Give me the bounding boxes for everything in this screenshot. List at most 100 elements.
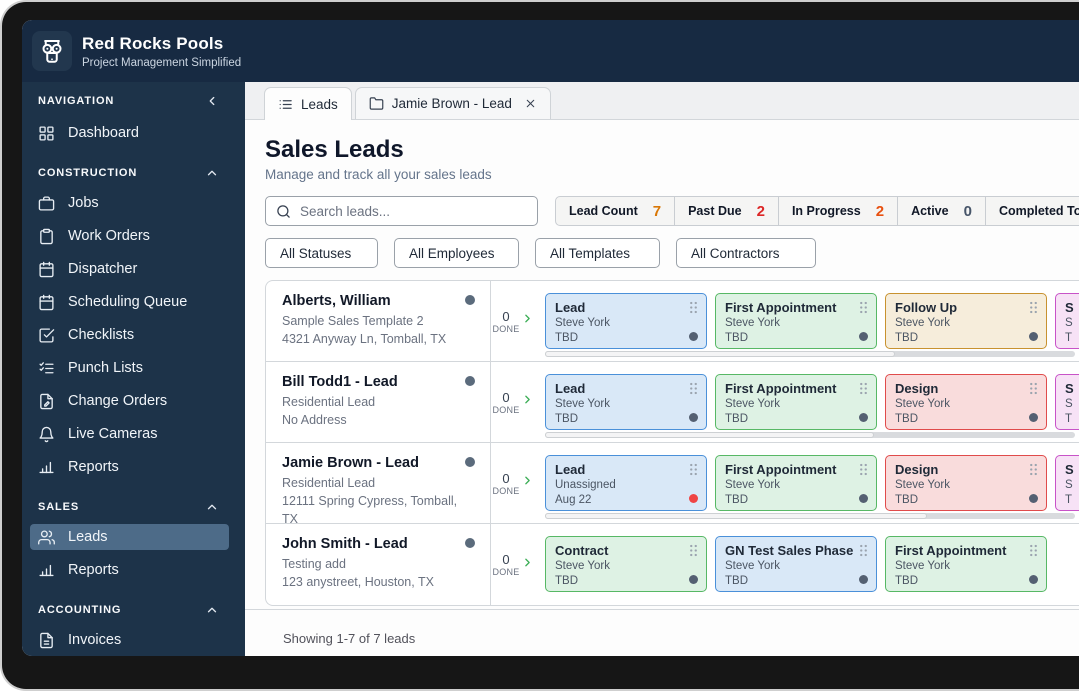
filter-all-statuses[interactable]: All Statuses <box>265 238 378 268</box>
drag-handle-icon[interactable] <box>1029 301 1038 319</box>
phase-status-dot <box>689 494 698 503</box>
tab-jamie-brown-lead[interactable]: Jamie Brown - Lead <box>354 87 551 119</box>
drag-handle-icon[interactable] <box>859 544 868 562</box>
sidebar-item-label: Work Orders <box>68 228 150 244</box>
phase-card-assignee: Unassigned <box>555 479 616 492</box>
drag-handle-icon[interactable] <box>689 301 698 319</box>
sidebar-item-reports[interactable]: Reports <box>30 454 229 480</box>
drag-handle-icon[interactable] <box>1029 463 1038 481</box>
sidebar-item-change-orders[interactable]: Change Orders <box>30 388 229 414</box>
sidebar-item-live-cameras[interactable]: Live Cameras <box>30 421 229 447</box>
sidebar-item-dispatcher[interactable]: Dispatcher <box>30 256 229 282</box>
phase-card-lead[interactable]: Lead Unassigned Aug 22 <box>545 455 707 511</box>
lead-status-dot <box>465 457 475 467</box>
expand-chevron-icon[interactable] <box>521 556 534 574</box>
horizontal-scrollbar[interactable] <box>545 351 1075 357</box>
horizontal-scrollbar[interactable] <box>545 432 1075 438</box>
search-box[interactable] <box>265 196 538 226</box>
stat-value: 2 <box>756 202 765 220</box>
phase-card-s[interactable]: S S T <box>1055 374 1079 430</box>
phase-card-first-appointment[interactable]: First Appointment Steve York TBD <box>885 536 1047 592</box>
expand-chevron-icon[interactable] <box>521 312 534 330</box>
stat-in-progress[interactable]: In Progress 2 <box>777 196 899 226</box>
phase-status-dot <box>859 575 868 584</box>
phase-card-s[interactable]: S S T <box>1055 455 1079 511</box>
scrollbar-thumb[interactable] <box>545 432 874 438</box>
file-text-icon <box>40 632 53 648</box>
lead-info-cell[interactable]: Alberts, William Sample Sales Template 2… <box>266 281 491 361</box>
drag-handle-icon[interactable] <box>689 382 698 400</box>
sidebar-item-reports[interactable]: Reports <box>30 557 229 583</box>
drag-handle-icon[interactable] <box>859 382 868 400</box>
sidebar-item-checklists[interactable]: Checklists <box>30 322 229 348</box>
phase-card-lead[interactable]: Lead Steve York TBD <box>545 293 707 349</box>
phase-card-first-appointment[interactable]: First Appointment Steve York TBD <box>715 293 877 349</box>
expand-chevron-icon[interactable] <box>521 474 534 492</box>
sidebar-item-dashboard[interactable]: Dashboard <box>30 120 229 146</box>
scrollbar-thumb[interactable] <box>545 513 927 519</box>
filter-all-employees[interactable]: All Employees <box>394 238 519 268</box>
stat-lead-count[interactable]: Lead Count 7 <box>555 196 676 226</box>
sidebar-item-leads[interactable]: Leads <box>30 524 229 550</box>
phase-card-title: S <box>1065 381 1074 396</box>
chevron-up-icon[interactable] <box>205 603 219 617</box>
drag-handle-icon[interactable] <box>859 301 868 319</box>
lead-name: John Smith - Lead <box>282 536 408 552</box>
done-column[interactable]: 0 DONE <box>491 443 535 523</box>
controls-row: Lead Count 7Past Due 2In Progress 2Activ… <box>265 196 1079 226</box>
sidebar-item-scheduling-queue[interactable]: Scheduling Queue <box>30 289 229 315</box>
drag-handle-icon[interactable] <box>689 544 698 562</box>
filter-all-templates[interactable]: All Templates <box>535 238 660 268</box>
phase-card-lead[interactable]: Lead Steve York TBD <box>545 374 707 430</box>
phase-status-dot <box>1029 332 1038 341</box>
phase-card-design[interactable]: Design Steve York TBD <box>885 374 1047 430</box>
done-column[interactable]: 0 DONE <box>491 524 535 605</box>
scrollbar-thumb[interactable] <box>545 351 895 357</box>
drag-handle-icon[interactable] <box>859 463 868 481</box>
stat-completed-today[interactable]: Completed Today 0 <box>984 196 1079 226</box>
sidebar-item-work-orders[interactable]: Work Orders <box>30 223 229 249</box>
drag-handle-icon[interactable] <box>1029 382 1038 400</box>
lead-info-cell[interactable]: John Smith - Lead Testing add 123 anystr… <box>266 524 491 605</box>
done-column[interactable]: 0 DONE <box>491 362 535 442</box>
drag-handle-icon[interactable] <box>1029 544 1038 562</box>
lead-template: Testing add <box>282 557 346 571</box>
lead-info-cell[interactable]: Bill Todd1 - Lead Residential Lead No Ad… <box>266 362 491 442</box>
phase-card-design[interactable]: Design Steve York TBD <box>885 455 1047 511</box>
tab-close-button[interactable] <box>524 97 537 110</box>
sidebar-section-heading-construction: CONSTRUCTION <box>38 166 219 180</box>
chevron-up-icon[interactable] <box>205 500 219 514</box>
phase-card-title: First Appointment <box>725 300 837 315</box>
chevron-up-icon[interactable] <box>205 166 219 180</box>
phase-card-gn-test-sales-phase[interactable]: GN Test Sales Phase Steve York TBD <box>715 536 877 592</box>
horizontal-scrollbar[interactable] <box>545 513 1075 519</box>
sidebar-item-invoices[interactable]: Invoices <box>30 627 229 653</box>
phase-card-s[interactable]: S S T <box>1055 293 1079 349</box>
phase-card-contract[interactable]: Contract Steve York TBD <box>545 536 707 592</box>
tab-leads[interactable]: Leads <box>264 87 352 120</box>
filter-all-contractors[interactable]: All Contractors <box>676 238 816 268</box>
expand-chevron-icon[interactable] <box>521 393 534 411</box>
phase-card-title: Lead <box>555 300 586 315</box>
sidebar-item-label: Invoices <box>68 632 122 648</box>
app-logo[interactable] <box>32 31 72 71</box>
sidebar-collapse-icon[interactable] <box>205 94 219 108</box>
sidebar-item-jobs[interactable]: Jobs <box>30 190 229 216</box>
x-icon <box>526 99 535 108</box>
stat-label: Lead Count <box>569 204 638 218</box>
done-column[interactable]: 0 DONE <box>491 281 535 361</box>
done-label: DONE <box>492 567 520 577</box>
phase-card-follow-up[interactable]: Follow Up Steve York TBD <box>885 293 1047 349</box>
phase-status-dot <box>689 413 698 422</box>
stat-past-due[interactable]: Past Due 2 <box>674 196 779 226</box>
search-input[interactable] <box>300 203 527 219</box>
phase-card-first-appointment[interactable]: First Appointment Steve York TBD <box>715 374 877 430</box>
stat-active[interactable]: Active 0 <box>897 196 986 226</box>
sidebar-item-punch-lists[interactable]: Punch Lists <box>30 355 229 381</box>
phase-status-dot <box>1029 413 1038 422</box>
drag-handle-icon[interactable] <box>689 463 698 481</box>
lead-info-cell[interactable]: Jamie Brown - Lead Residential Lead 1211… <box>266 443 491 526</box>
sidebar-section-heading-accounting: ACCOUNTING <box>38 603 219 617</box>
phase-card-title: Lead <box>555 381 586 396</box>
phase-card-first-appointment[interactable]: First Appointment Steve York TBD <box>715 455 877 511</box>
